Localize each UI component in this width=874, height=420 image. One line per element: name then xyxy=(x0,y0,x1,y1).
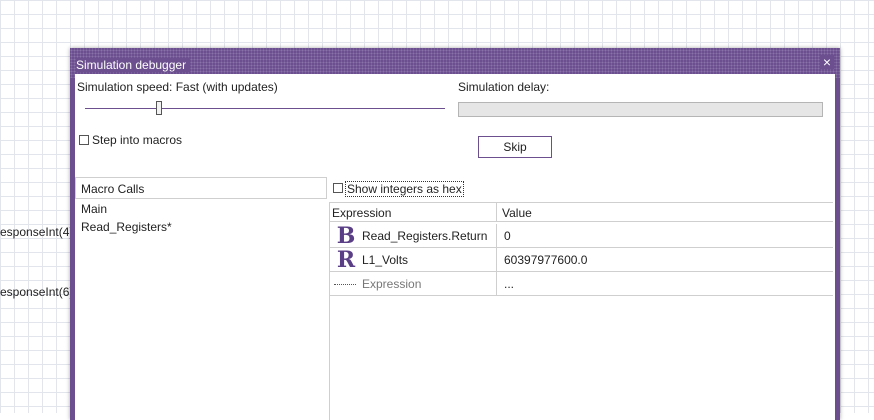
macro-calls-header: Macro Calls xyxy=(75,177,327,199)
window-title: Simulation debugger xyxy=(76,58,191,72)
column-divider[interactable] xyxy=(496,203,497,221)
watch-grid-header: Expression Value xyxy=(330,202,833,222)
expression-column-header[interactable]: Expression xyxy=(332,206,391,220)
speed-slider-thumb[interactable] xyxy=(156,101,162,115)
new-row-indicator xyxy=(334,284,356,285)
column-divider xyxy=(496,248,497,271)
boolean-type-icon: B xyxy=(336,223,356,249)
background-label: esponseInt(6) xyxy=(0,285,74,299)
real-type-icon: R xyxy=(336,247,356,273)
step-into-macros-label[interactable]: Step into macros xyxy=(92,133,182,147)
watch-expression[interactable]: Read_Registers.Return xyxy=(362,229,487,243)
delay-label: Simulation delay: xyxy=(458,80,550,94)
column-divider xyxy=(496,224,497,247)
speed-label: Simulation speed: Fast (with updates) xyxy=(77,80,278,94)
macro-calls-header-label: Macro Calls xyxy=(81,182,145,196)
watch-value[interactable]: 0 xyxy=(504,229,511,243)
debugger-client-area: Simulation speed: Fast (with updates) Si… xyxy=(75,74,835,420)
macro-call-item-read-registers[interactable]: Read_Registers* xyxy=(81,220,172,234)
watch-row[interactable]: B Read_Registers.Return 0 xyxy=(330,224,833,248)
watch-value[interactable]: 60397977600.0 xyxy=(504,253,587,267)
show-hex-label[interactable]: Show integers as hex xyxy=(345,181,464,197)
watch-expression[interactable]: L1_Volts xyxy=(362,253,408,267)
value-column-header[interactable]: Value xyxy=(502,206,532,220)
skip-button[interactable]: Skip xyxy=(478,136,552,158)
new-watch-row[interactable]: Expression ... xyxy=(330,272,833,296)
delay-input[interactable] xyxy=(458,102,823,117)
new-expression-input[interactable]: Expression xyxy=(362,277,421,291)
step-into-macros-checkbox[interactable] xyxy=(79,135,89,145)
column-divider xyxy=(496,272,497,295)
watch-grid: Expression Value B Read_Registers.Return… xyxy=(329,202,833,420)
close-icon[interactable]: × xyxy=(820,55,834,69)
watch-row[interactable]: R L1_Volts 60397977600.0 xyxy=(330,248,833,272)
macro-call-item-main[interactable]: Main xyxy=(81,202,107,216)
background-label: esponseInt(4) xyxy=(0,225,74,239)
new-value-ellipsis[interactable]: ... xyxy=(504,277,514,291)
speed-slider-track[interactable] xyxy=(85,108,445,109)
macro-calls-panel: Macro Calls Main Read_Registers* xyxy=(75,177,327,420)
simulation-debugger-window: Simulation debugger × Simulation speed: … xyxy=(70,48,840,420)
show-hex-checkbox[interactable] xyxy=(333,183,343,193)
